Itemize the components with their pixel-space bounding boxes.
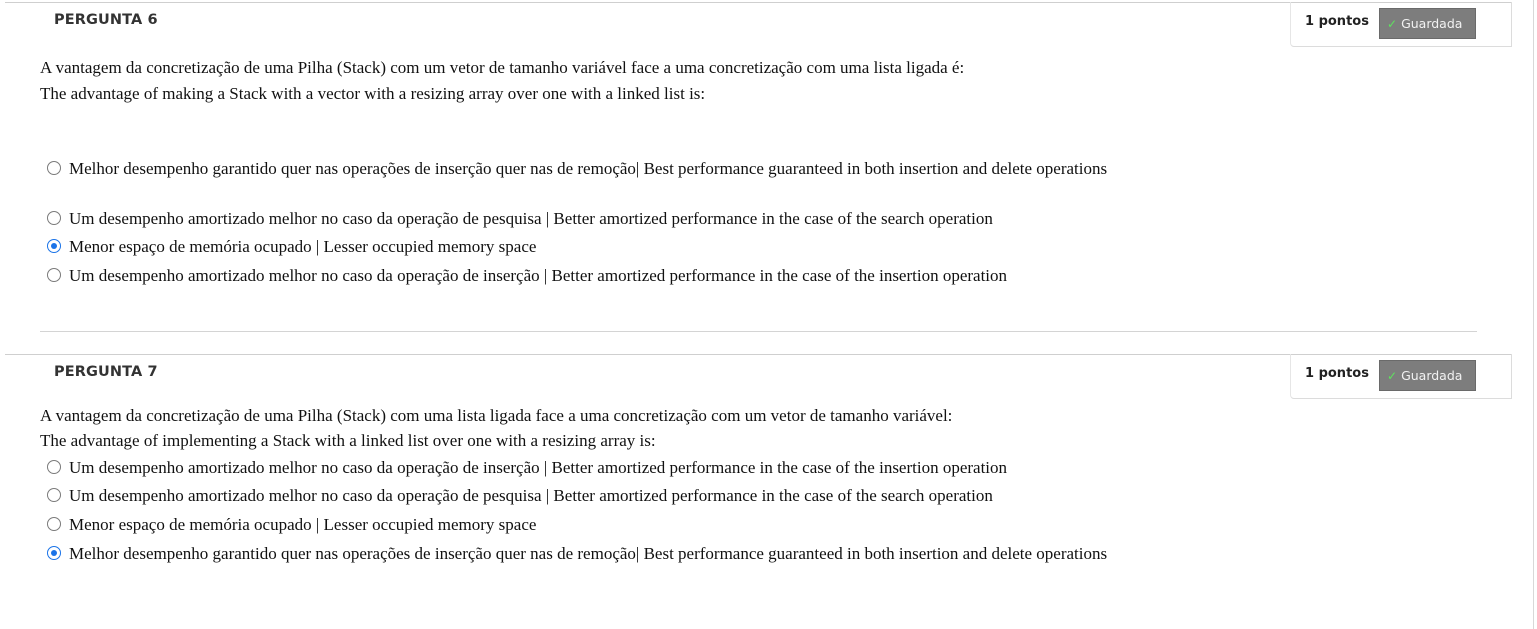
radio-icon[interactable] <box>47 546 61 560</box>
radio-icon[interactable] <box>47 239 61 253</box>
answer-option-label: Menor espaço de memória ocupado | Lesser… <box>69 515 537 534</box>
points-label: 1 pontos <box>1305 366 1369 381</box>
points-label: 1 pontos <box>1305 14 1369 29</box>
answer-option[interactable]: Um desempenho amortizado melhor no caso … <box>47 265 1117 286</box>
radio-icon[interactable] <box>47 460 61 474</box>
answer-option[interactable]: Melhor desempenho garantido quer nas ope… <box>47 158 1117 179</box>
points-box: 1 pontos ✓ Guardada <box>1290 2 1512 47</box>
question-title: PERGUNTA 6 <box>54 12 158 28</box>
answer-option[interactable]: Um desempenho amortizado melhor no caso … <box>47 208 1117 229</box>
question-7: PERGUNTA 7 1 pontos ✓ Guardada A vantage… <box>0 354 1512 629</box>
saved-status-label: Guardada <box>1401 16 1463 31</box>
answer-option-label: Um desempenho amortizado melhor no caso … <box>69 486 993 505</box>
question-top-border <box>5 354 1512 355</box>
answer-option-label: Melhor desempenho garantido quer nas ope… <box>69 544 1108 563</box>
question-top-border <box>5 2 1512 3</box>
points-box: 1 pontos ✓ Guardada <box>1290 354 1512 399</box>
answer-option-label: Melhor desempenho garantido quer nas ope… <box>69 159 1108 178</box>
radio-icon[interactable] <box>47 161 61 175</box>
question-divider <box>40 331 1477 332</box>
answer-option-label: Um desempenho amortizado melhor no caso … <box>69 266 1008 285</box>
radio-icon[interactable] <box>47 517 61 531</box>
saved-status-badge: ✓ Guardada <box>1379 360 1476 391</box>
question-text-pt: A vantagem da concretização de uma Pilha… <box>40 58 965 77</box>
question-text-pt: A vantagem da concretização de uma Pilha… <box>40 406 953 425</box>
question-text-en: The advantage of making a Stack with a v… <box>40 84 706 103</box>
saved-status-badge: ✓ Guardada <box>1379 8 1476 39</box>
answer-option[interactable]: Menor espaço de memória ocupado | Lesser… <box>47 514 1117 535</box>
answer-option[interactable]: Um desempenho amortizado melhor no caso … <box>47 457 1117 478</box>
radio-icon[interactable] <box>47 268 61 282</box>
radio-icon[interactable] <box>47 488 61 502</box>
question-6: PERGUNTA 6 1 pontos ✓ Guardada A vantage… <box>0 2 1512 322</box>
answer-option-label: Um desempenho amortizado melhor no caso … <box>69 209 993 228</box>
question-title: PERGUNTA 7 <box>54 364 158 380</box>
check-icon: ✓ <box>1387 368 1398 383</box>
saved-status-label: Guardada <box>1401 368 1463 383</box>
radio-icon[interactable] <box>47 211 61 225</box>
answer-option[interactable]: Um desempenho amortizado melhor no caso … <box>47 485 1117 506</box>
answer-option-label: Um desempenho amortizado melhor no caso … <box>69 458 1008 477</box>
answer-option[interactable]: Menor espaço de memória ocupado | Lesser… <box>47 236 1117 257</box>
question-text-en: The advantage of implementing a Stack wi… <box>40 431 656 450</box>
answer-option-label: Menor espaço de memória ocupado | Lesser… <box>69 237 537 256</box>
check-icon: ✓ <box>1387 16 1398 31</box>
scroll-divider <box>1533 0 1534 629</box>
answer-option[interactable]: Melhor desempenho garantido quer nas ope… <box>47 543 1117 564</box>
